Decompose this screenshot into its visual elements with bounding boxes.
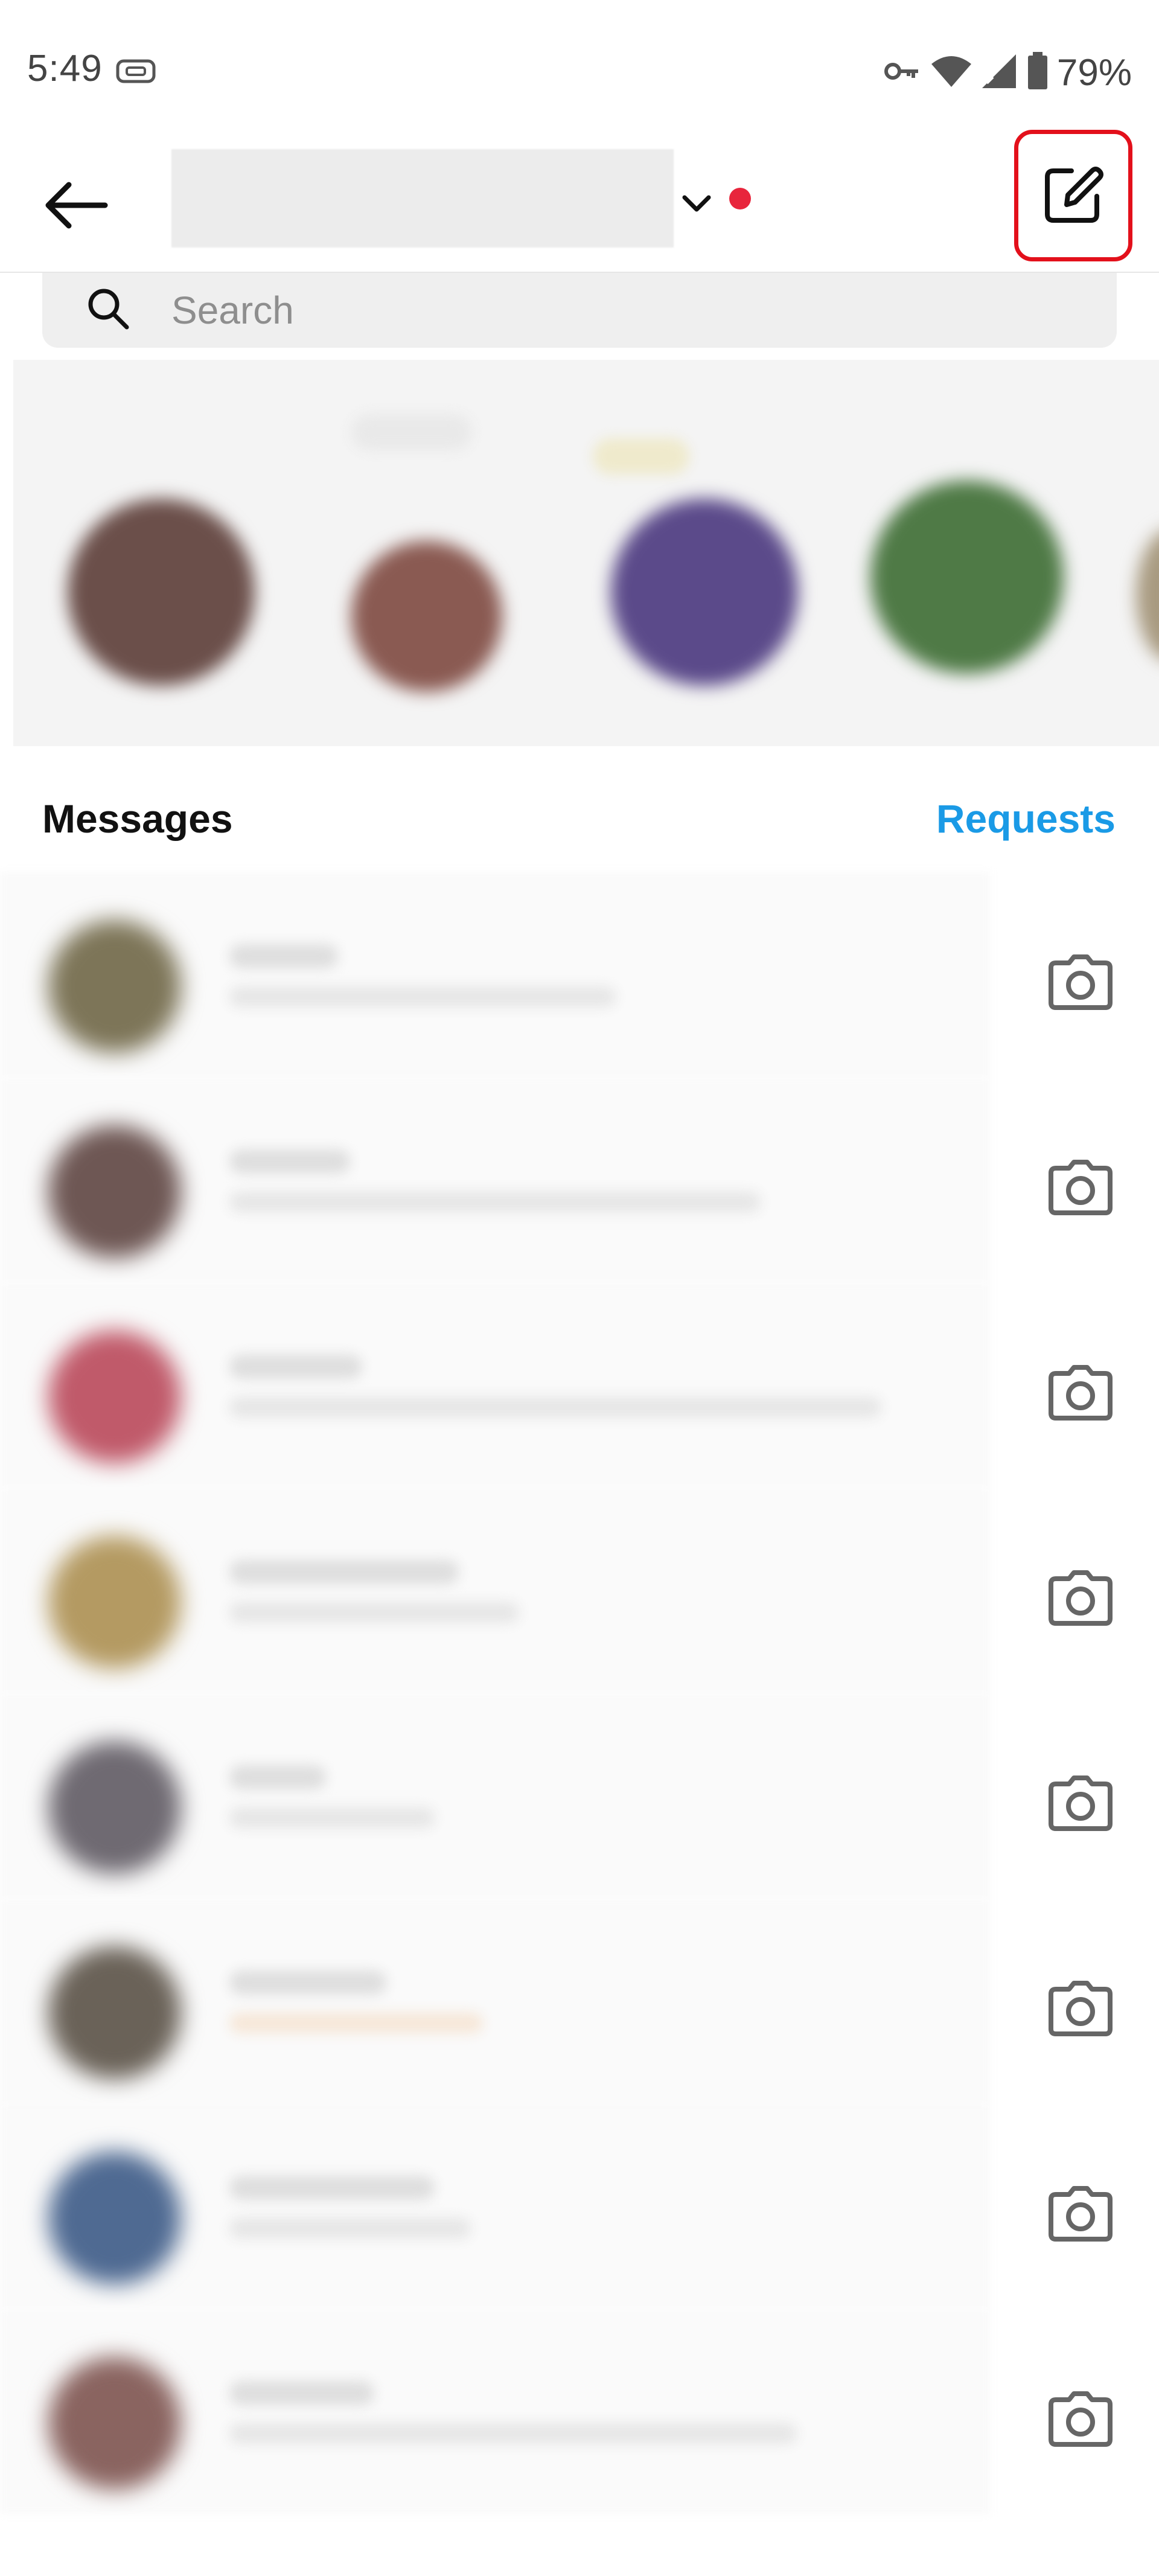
camera-button[interactable] bbox=[1038, 1560, 1123, 1638]
camera-icon bbox=[1047, 1774, 1114, 1835]
row-preview-placeholder bbox=[229, 1807, 435, 1828]
back-button[interactable] bbox=[39, 170, 112, 243]
note-bubble bbox=[351, 414, 472, 450]
list-item[interactable] bbox=[0, 1282, 1159, 1488]
notification-dot bbox=[729, 188, 751, 209]
wifi-icon bbox=[930, 54, 972, 91]
status-time: 5:49 bbox=[27, 48, 103, 89]
camera-icon bbox=[1047, 2390, 1114, 2451]
avatar bbox=[48, 1536, 181, 1669]
row-name-placeholder bbox=[229, 1765, 326, 1789]
list-item[interactable] bbox=[0, 1693, 1159, 1898]
battery-percent: 79% bbox=[1056, 51, 1132, 94]
camera-icon bbox=[1047, 1569, 1114, 1630]
camera-button[interactable] bbox=[1038, 1765, 1123, 1844]
row-preview-placeholder bbox=[229, 2013, 483, 2033]
note-bubble bbox=[593, 438, 689, 475]
list-item[interactable] bbox=[0, 1898, 1159, 2103]
camera-icon bbox=[1047, 2185, 1114, 2246]
status-icons: 79% bbox=[883, 48, 1132, 97]
new-message-button[interactable] bbox=[1014, 130, 1132, 261]
requests-link[interactable]: Requests bbox=[936, 796, 1116, 842]
note-avatar[interactable] bbox=[351, 541, 502, 692]
notes-strip[interactable] bbox=[13, 360, 1159, 746]
row-preview-placeholder bbox=[229, 2423, 797, 2444]
row-preview-placeholder bbox=[229, 1192, 761, 1212]
list-item[interactable] bbox=[0, 872, 1159, 1077]
row-name-placeholder bbox=[229, 1149, 350, 1174]
battery-icon bbox=[1027, 51, 1049, 94]
key-icon bbox=[883, 58, 922, 88]
note-avatar[interactable] bbox=[870, 481, 1064, 674]
row-name-placeholder bbox=[229, 1355, 362, 1379]
list-item[interactable] bbox=[0, 2103, 1159, 2309]
row-name-placeholder bbox=[229, 1970, 386, 1995]
avatar bbox=[48, 1125, 181, 1258]
avatar bbox=[48, 920, 181, 1053]
account-switcher[interactable] bbox=[171, 149, 674, 248]
row-name-placeholder bbox=[229, 2381, 374, 2405]
camera-button[interactable] bbox=[1038, 944, 1123, 1023]
camera-button[interactable] bbox=[1038, 2381, 1123, 2459]
search-input[interactable] bbox=[171, 273, 1017, 348]
camera-icon bbox=[1047, 1980, 1114, 2041]
top-app-bar bbox=[0, 130, 1159, 273]
row-preview-placeholder bbox=[229, 1397, 881, 1417]
row-name-placeholder bbox=[229, 944, 338, 968]
note-avatar[interactable] bbox=[611, 499, 798, 686]
list-item[interactable] bbox=[0, 2309, 1159, 2514]
camera-button[interactable] bbox=[1038, 1149, 1123, 1228]
camera-icon bbox=[1047, 1159, 1114, 1219]
search-bar[interactable] bbox=[42, 273, 1117, 348]
chevron-down-icon[interactable] bbox=[677, 184, 716, 223]
camera-button[interactable] bbox=[1038, 1970, 1123, 2049]
list-item[interactable] bbox=[0, 1488, 1159, 1693]
list-item[interactable] bbox=[0, 1077, 1159, 1282]
row-name-placeholder bbox=[229, 1560, 459, 1584]
avatar bbox=[48, 1741, 181, 1874]
row-preview-placeholder bbox=[229, 986, 616, 1007]
row-preview-placeholder bbox=[229, 1602, 519, 1623]
messages-heading: Messages bbox=[42, 796, 233, 841]
arrow-left-icon bbox=[42, 181, 109, 232]
avatar bbox=[48, 2152, 181, 2284]
new-message-icon bbox=[1040, 161, 1106, 231]
camera-icon bbox=[1047, 953, 1114, 1014]
avatar bbox=[48, 1946, 181, 2079]
cellular-signal-icon bbox=[981, 53, 1018, 92]
camera-button[interactable] bbox=[1038, 2176, 1123, 2254]
vpn-icon bbox=[116, 59, 156, 86]
status-bar: 5:49 79% bbox=[0, 0, 1159, 145]
note-avatar[interactable] bbox=[68, 499, 255, 686]
avatar bbox=[48, 2357, 181, 2490]
row-name-placeholder bbox=[229, 2176, 435, 2200]
avatar bbox=[48, 1331, 181, 1463]
row-preview-placeholder bbox=[229, 2218, 471, 2239]
search-icon bbox=[85, 285, 132, 335]
camera-icon bbox=[1047, 1364, 1114, 1425]
messages-list bbox=[0, 872, 1159, 2576]
note-avatar[interactable] bbox=[1136, 529, 1159, 662]
camera-button[interactable] bbox=[1038, 1355, 1123, 1433]
